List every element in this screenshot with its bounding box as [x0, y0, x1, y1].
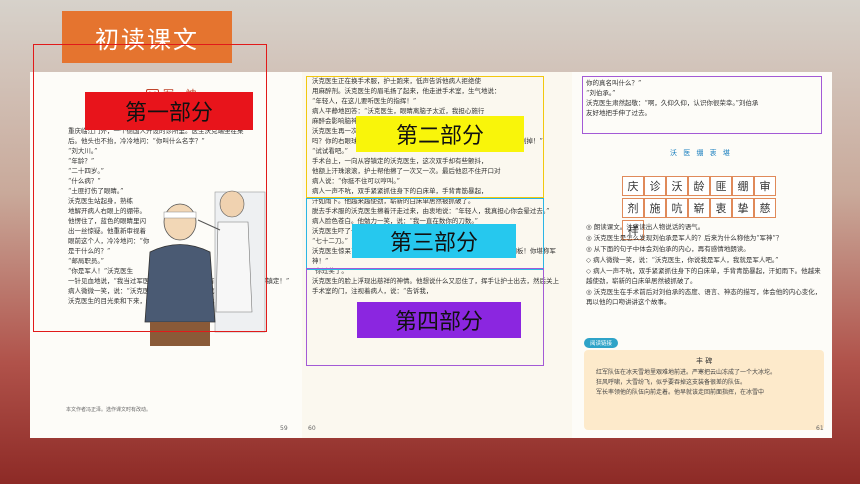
footnote: 本文作者冯正泽。选作课文时有改动。	[66, 407, 152, 413]
reading-link-box: 丰 碑 红军队伍在冰天雪地里艰难地前进。严寒把云山冻成了一个大冰坨。 狂风呼啸，…	[584, 350, 824, 430]
part2-label: 第二部分	[356, 116, 524, 152]
vocab-char: 挚	[732, 198, 754, 218]
part1-outline	[33, 44, 267, 332]
page-number: 59	[280, 425, 288, 432]
vocab-char: 匪	[710, 176, 732, 196]
exercise-item: ◎ 沃克医生在手术前后对刘伯承的态度、语言、神态的描写，体会他的内心变化，再以他…	[586, 288, 822, 306]
vocab-char: 崭	[688, 198, 710, 218]
part4-label: 第四部分	[357, 302, 521, 338]
text-line: 红军队伍在冰天雪地里艰难地前进。严寒把云山冻成了一个大冰坨。	[596, 369, 777, 376]
exercise-item: ◇ 病人微微一笑，说：“沃克医生，你说我是军人，我就是军人吧。”	[586, 256, 779, 264]
vocab-char: 庆	[622, 176, 644, 196]
exercise-item: ◎ 沃克医生是怎么发现刘伯承是军人的？后来为什么称他为“军神”？	[586, 234, 783, 242]
slide-background: 初读课文 11军 神 重庆临江门外，一个德国人开设的诊所里。医生沃克端坐在桌 后…	[0, 0, 860, 484]
exercise-list: ◎ 朗读课文。注意读出人物说话的语气。 ◎ 沃克医生是怎么发现刘伯承是军人的？后…	[586, 222, 822, 308]
exercise-item: ◎ 从下面的句子中体会刘伯承的内心，再有感情地朗读。	[586, 245, 750, 253]
vocab-char: 施	[644, 198, 666, 218]
vocab-char: 衷	[710, 198, 732, 218]
reading-link-badge: 阅读链接	[584, 338, 619, 348]
vocab-char: 绷	[732, 176, 754, 196]
text-line: 狂风呼啸，大雪纷飞，似乎要吞掉这支装备很差的队伍。	[596, 379, 747, 386]
vocab-char: 吭	[666, 198, 688, 218]
vocab-char: 慈	[754, 198, 776, 218]
vocab-char: 龄	[688, 176, 710, 196]
text-line: 军长率领他的队伍向前走着。他早就该走回前面指挥，在冰雪中	[596, 389, 765, 396]
vocab-title: 沃 医 绷 衷 堪	[670, 149, 732, 157]
page-number: 60	[308, 425, 316, 432]
vocab-char: 剂	[622, 198, 644, 218]
exercise-item: ◇ 病人一声不吭，双手紧紧抓住身下的白床单，手背青筋暴起，汗如雨下。他越来越使劲…	[586, 267, 821, 285]
part4-outline-continued	[582, 76, 822, 134]
vocab-char: 沃	[666, 176, 688, 196]
page-number: 61	[816, 425, 824, 432]
vocab-char: 诊	[644, 176, 666, 196]
reading-link-text: 红军队伍在冰天雪地里艰难地前进。严寒把云山冻成了一个大冰坨。 狂风呼啸，大雪纷飞…	[596, 368, 816, 398]
part1-label: 第一部分	[85, 92, 253, 130]
vocab-char: 审	[754, 176, 776, 196]
part3-label: 第三部分	[352, 224, 516, 258]
exercise-item: ◎ 朗读课文。注意读出人物说话的语气。	[586, 223, 705, 231]
reading-link-title: 丰 碑	[696, 357, 713, 365]
